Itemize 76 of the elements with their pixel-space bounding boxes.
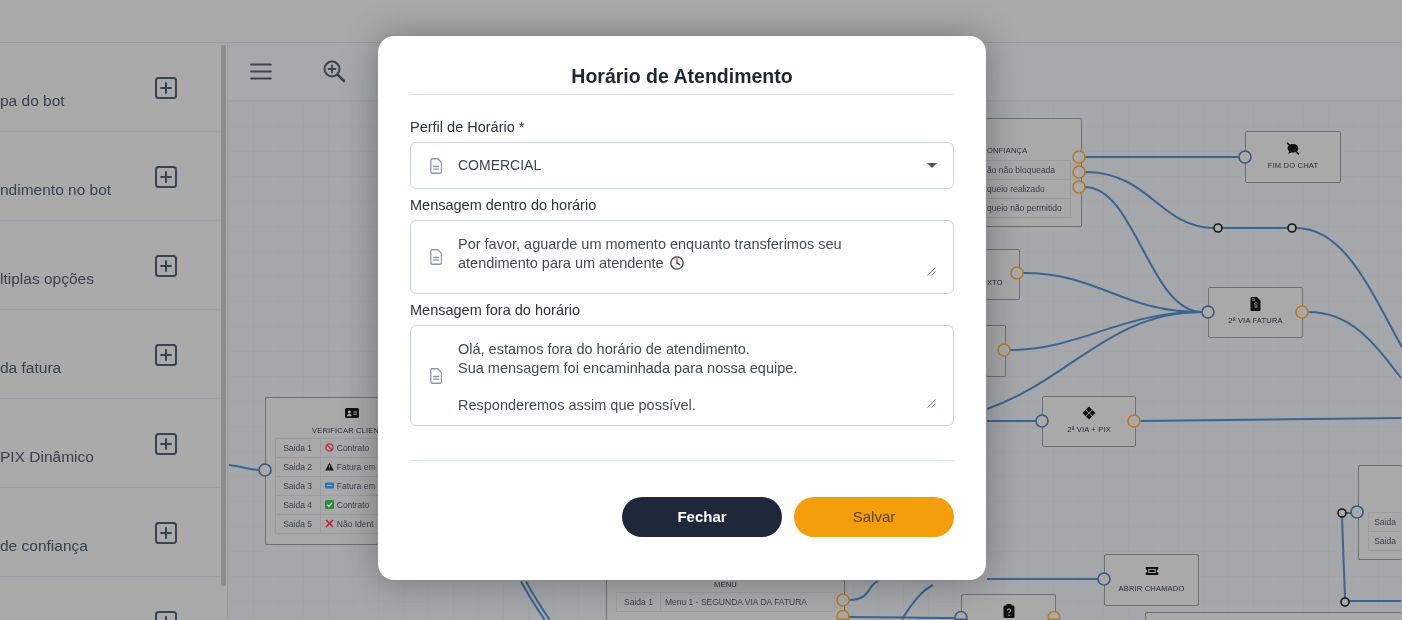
document-icon <box>430 367 442 384</box>
plus-square-icon[interactable] <box>155 77 177 99</box>
menu-icon[interactable] <box>250 63 272 80</box>
sidebar-item[interactable]: pa do bot <box>0 91 65 111</box>
cell-text: Não Ident <box>336 518 374 529</box>
output-port[interactable] <box>836 593 850 607</box>
plus-square-icon[interactable] <box>155 255 177 277</box>
ticket-icon <box>1144 565 1159 576</box>
sidebar-item[interactable]: ndimento no bot <box>0 180 112 200</box>
plus-square-icon[interactable] <box>155 433 177 455</box>
close-button[interactable]: Fechar <box>622 497 782 537</box>
table-cell: Saida 5 <box>275 514 321 533</box>
input-port[interactable] <box>954 610 968 620</box>
table-cell: Saida <box>1368 512 1402 531</box>
cell-text: Contrato <box>336 499 370 510</box>
waypoint-handle[interactable] <box>1213 223 1223 233</box>
cell-text: Fatura em <box>336 480 376 491</box>
input-port[interactable] <box>1097 572 1111 586</box>
warning-icon <box>324 461 334 471</box>
connector-line <box>228 464 260 471</box>
table-cell: Saida 1 <box>275 438 321 457</box>
x-mark-icon <box>324 518 334 528</box>
check-icon <box>324 499 334 509</box>
connector-line <box>1348 600 1402 602</box>
document-icon <box>430 157 442 174</box>
caret-icon <box>927 163 937 168</box>
input-port[interactable] <box>1350 505 1364 519</box>
connector-line <box>525 580 551 620</box>
output-port[interactable] <box>997 343 1011 357</box>
table-cell: Saida 3 <box>275 476 321 495</box>
chat-slash-icon <box>1286 142 1300 155</box>
id-card-icon <box>345 407 359 418</box>
input-port[interactable] <box>1238 150 1252 164</box>
connector-line <box>848 580 879 601</box>
sidebar-item[interactable]: ltiplas opções <box>0 269 94 289</box>
resize-grip-icon[interactable] <box>927 267 936 276</box>
input-port[interactable] <box>1035 414 1049 428</box>
table-cell: Saida <box>1368 531 1402 550</box>
scrollbar-thumb[interactable] <box>221 45 226 586</box>
plus-square-icon[interactable] <box>155 166 177 188</box>
save-button[interactable]: Salvar <box>794 497 954 537</box>
cell-text: Fatura em <box>336 461 376 472</box>
zoom-in-icon[interactable] <box>323 60 345 83</box>
table-cell: Saida 4 <box>275 495 321 514</box>
plus-square-icon[interactable] <box>155 522 177 544</box>
table-cell: Saida 2 <box>275 457 321 476</box>
field-label: Perfil de Horário * <box>410 118 526 137</box>
connector-line <box>986 420 1037 422</box>
sidebar-item[interactable]: de confiança <box>0 536 88 556</box>
cell-text: Contrato <box>336 442 370 453</box>
message-textarea[interactable]: Por favor, aguarde um momento enquanto transferimos seu atendimento para um atendente <box>410 220 954 294</box>
table-cell: Saida 1 <box>616 592 661 612</box>
resize-grip-icon[interactable] <box>927 399 936 408</box>
input-port[interactable] <box>1201 305 1215 319</box>
file-dollar-icon <box>1250 296 1261 311</box>
connector-line <box>1221 227 1289 229</box>
document-icon <box>430 249 442 265</box>
banknote-icon <box>324 480 334 490</box>
plus-square-icon[interactable] <box>155 344 177 366</box>
waypoint-handle[interactable] <box>1287 223 1297 233</box>
diamonds-icon <box>1082 405 1096 420</box>
waypoint-handle[interactable] <box>1337 508 1347 518</box>
input-port[interactable] <box>258 463 272 477</box>
table-cell: Menu 1 - SEGUNDA VIA DA FATURA <box>660 592 835 612</box>
modal-title: Horário de Atendimento <box>570 64 794 89</box>
waypoint-handle[interactable] <box>1340 597 1350 607</box>
field-label: Mensagem dentro do horário <box>410 196 598 215</box>
field-label: Mensagem fora do horário <box>410 301 582 320</box>
sidebar-item[interactable]: da fatura <box>0 358 62 378</box>
message-textarea[interactable]: Olá, estamos fora do horário de atendimento. Sua mensagem foi encaminhada para nossa equipe. Responderemos assim que possível. <box>410 325 954 426</box>
output-port[interactable] <box>1010 266 1024 280</box>
connector-line <box>520 580 546 620</box>
sidebar-item[interactable]: PIX Dinâmico <box>0 447 94 467</box>
select-field[interactable]: COMERCIAL <box>410 142 954 189</box>
table-cell: ão não bloqueada <box>986 160 1071 179</box>
prohibited-icon <box>324 442 334 452</box>
